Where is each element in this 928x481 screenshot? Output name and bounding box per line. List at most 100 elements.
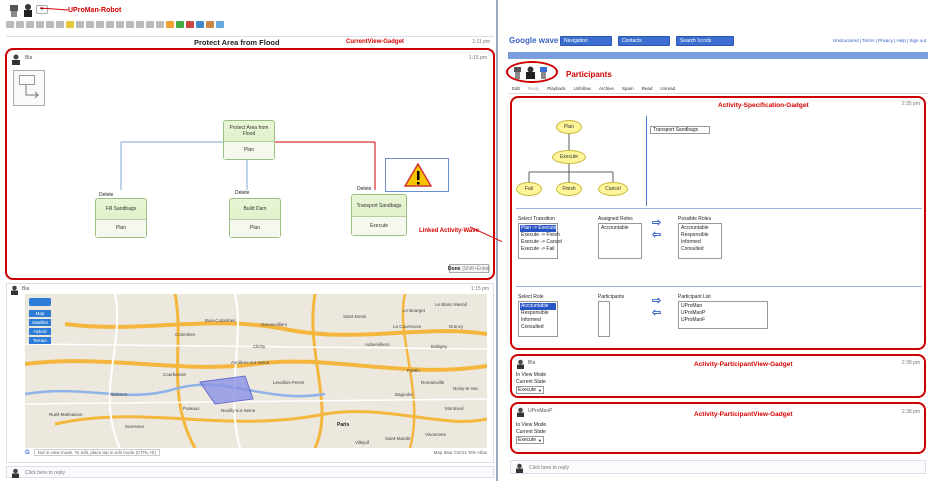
assigned-role-option[interactable]: Accountable (600, 225, 640, 232)
image-button[interactable] (186, 21, 194, 28)
reply-text: Click here to reply (25, 470, 66, 476)
pv1-annotation: Activity-ParticipantView-Gadget (694, 361, 793, 368)
state-finish[interactable]: Finish (556, 182, 582, 196)
possible-role-option[interactable]: Consulted (680, 246, 720, 253)
map-place: Le Bourget (403, 308, 426, 313)
selected-activity-field[interactable]: Transport Sandbags (650, 126, 710, 134)
participant-avatar-icon[interactable] (538, 66, 549, 79)
toolbar-playback[interactable]: Playback (547, 86, 565, 93)
nav-contacts-label: Contacts (622, 38, 642, 44)
top-links[interactable]: Unstructured | Terms | Privacy | Help | … (833, 38, 926, 43)
toolbar-read[interactable]: Read (642, 86, 653, 93)
robot-avatar-icon[interactable] (8, 3, 20, 17)
link-button[interactable] (146, 21, 154, 28)
transition-option[interactable]: Execute -> Fail (520, 246, 556, 253)
map-button[interactable] (196, 21, 204, 28)
smiley-button[interactable] (166, 21, 174, 28)
toolbar-edit[interactable]: Edit (512, 86, 520, 93)
bullets-button[interactable] (96, 21, 104, 28)
possible-role-option[interactable]: Accountable (680, 225, 720, 232)
map-type-satellite-button[interactable]: Satellite (29, 319, 51, 326)
transition-option[interactable]: Execute -> Cancel (520, 239, 562, 246)
font-button[interactable] (56, 21, 64, 28)
nav-contacts-button[interactable]: Contacts (618, 36, 670, 46)
participant-avatar-icon[interactable] (525, 66, 536, 79)
participant-option[interactable]: UProManP (680, 310, 766, 317)
numbered-button[interactable] (106, 21, 114, 28)
role-option[interactable]: Responsible (520, 310, 556, 317)
bold-button[interactable] (6, 21, 14, 28)
italic-button[interactable] (16, 21, 24, 28)
spec-time: 2:35 pm (901, 101, 920, 107)
transition-list[interactable]: Plan -> Execute Execute -> Finish Execut… (518, 223, 562, 259)
clear-format-button[interactable] (76, 21, 84, 28)
map-copyright: Map data ©2011 Tele Atlas (433, 450, 487, 455)
transition-option[interactable]: Plan -> Execute (520, 225, 556, 232)
currentview-annotation: CurrentView-Gadget (346, 39, 404, 45)
pin-button[interactable] (206, 21, 214, 28)
map-place: Pantin (407, 368, 420, 373)
remove-participant-arrow-icon[interactable]: ⇦ (652, 306, 661, 319)
heading-button[interactable] (86, 21, 94, 28)
map-type-hybrid-button[interactable]: Hybrid (29, 328, 51, 335)
toolbar-archive[interactable]: Archive (599, 86, 614, 93)
pv2-annotation: Activity-ParticipantView-Gadget (694, 411, 793, 418)
node-root-name: Protect Area from Flood (224, 121, 274, 142)
align-right-button[interactable] (136, 21, 144, 28)
align-center-button[interactable] (126, 21, 134, 28)
check-button[interactable] (176, 21, 184, 28)
pv1-state-select[interactable]: Execute ▼ (516, 386, 544, 394)
possible-role-option[interactable]: Informed (680, 239, 720, 246)
move-left-arrow-icon[interactable]: ⇦ (652, 228, 661, 241)
node-build[interactable]: Build Dam Plan (229, 198, 281, 238)
role-option[interactable]: Consulted (520, 324, 556, 331)
map-type-terrain-button[interactable]: Terrain (29, 337, 51, 344)
right-reply-text: Click here to reply (529, 465, 570, 471)
reply-box[interactable]: Click here to reply (6, 466, 494, 478)
possible-role-option[interactable]: Responsible (680, 232, 720, 239)
possible-roles-list[interactable]: Accountable Responsible Informed Consult… (678, 223, 722, 259)
align-left-button[interactable] (116, 21, 124, 28)
state-plan[interactable]: Plan (556, 120, 582, 134)
toolbar-spam[interactable]: Spam (622, 86, 634, 93)
user-avatar-icon[interactable] (22, 3, 34, 17)
font-size-button[interactable] (46, 21, 54, 28)
toolbar-reply[interactable]: Reply (528, 86, 540, 93)
role-option[interactable]: Accountable (520, 303, 556, 310)
strike-button[interactable] (36, 21, 44, 28)
nav-navigation-button[interactable]: Navigation (560, 36, 612, 46)
participant-option[interactable]: UProMan (680, 303, 766, 310)
map-view[interactable]: Map Satellite Hybrid Terrain Colombes Co… (25, 294, 487, 448)
state-fail[interactable]: Fail (516, 182, 542, 196)
transition-option[interactable]: Execute -> Finish (520, 232, 560, 239)
node-transport-tag[interactable]: Delete (357, 186, 371, 192)
map-place: Nanterre (110, 392, 128, 397)
assigned-roles-list[interactable]: Accountable (598, 223, 642, 259)
map-place: Puteaux (183, 406, 200, 411)
state-execute[interactable]: Execute (552, 150, 586, 164)
participant-list[interactable]: UProMan UProManP UProManF (678, 301, 768, 329)
participants-assigned-list[interactable] (598, 301, 610, 337)
pv2-state-select[interactable]: Execute ▼ (516, 436, 544, 444)
gadget-button[interactable] (156, 21, 164, 28)
participant-list-label: Participant List (678, 294, 711, 300)
nav-search-button[interactable]: Search 'is:ods (676, 36, 734, 46)
node-fill[interactable]: Fill Sandbags Plan (95, 198, 147, 238)
role-list[interactable]: Accountable Responsible Informed Consult… (518, 301, 558, 337)
state-cancel[interactable]: Cancel (598, 182, 628, 196)
right-reply-box[interactable]: Click here to reply (510, 460, 926, 474)
underline-button[interactable] (26, 21, 34, 28)
node-build-tag[interactable]: Delete (235, 190, 249, 196)
toolbar-unread[interactable]: Unread (660, 86, 675, 93)
node-root[interactable]: Protect Area from Flood Plan (223, 120, 275, 160)
participant-option[interactable]: UProManF (680, 317, 766, 324)
done-button[interactable]: Done [Shift+Enter] (448, 264, 490, 273)
highlight-button[interactable] (66, 21, 74, 28)
node-transport[interactable]: Transport Sandbags Execute (351, 194, 407, 236)
map-pan-control[interactable] (29, 298, 51, 306)
participant-avatar-icon[interactable] (512, 66, 523, 79)
role-option[interactable]: Informed (520, 317, 556, 324)
help-button[interactable] (216, 21, 224, 28)
toolbar-unfollow[interactable]: Unfollow (574, 86, 591, 93)
map-type-map-button[interactable]: Map (29, 310, 51, 317)
